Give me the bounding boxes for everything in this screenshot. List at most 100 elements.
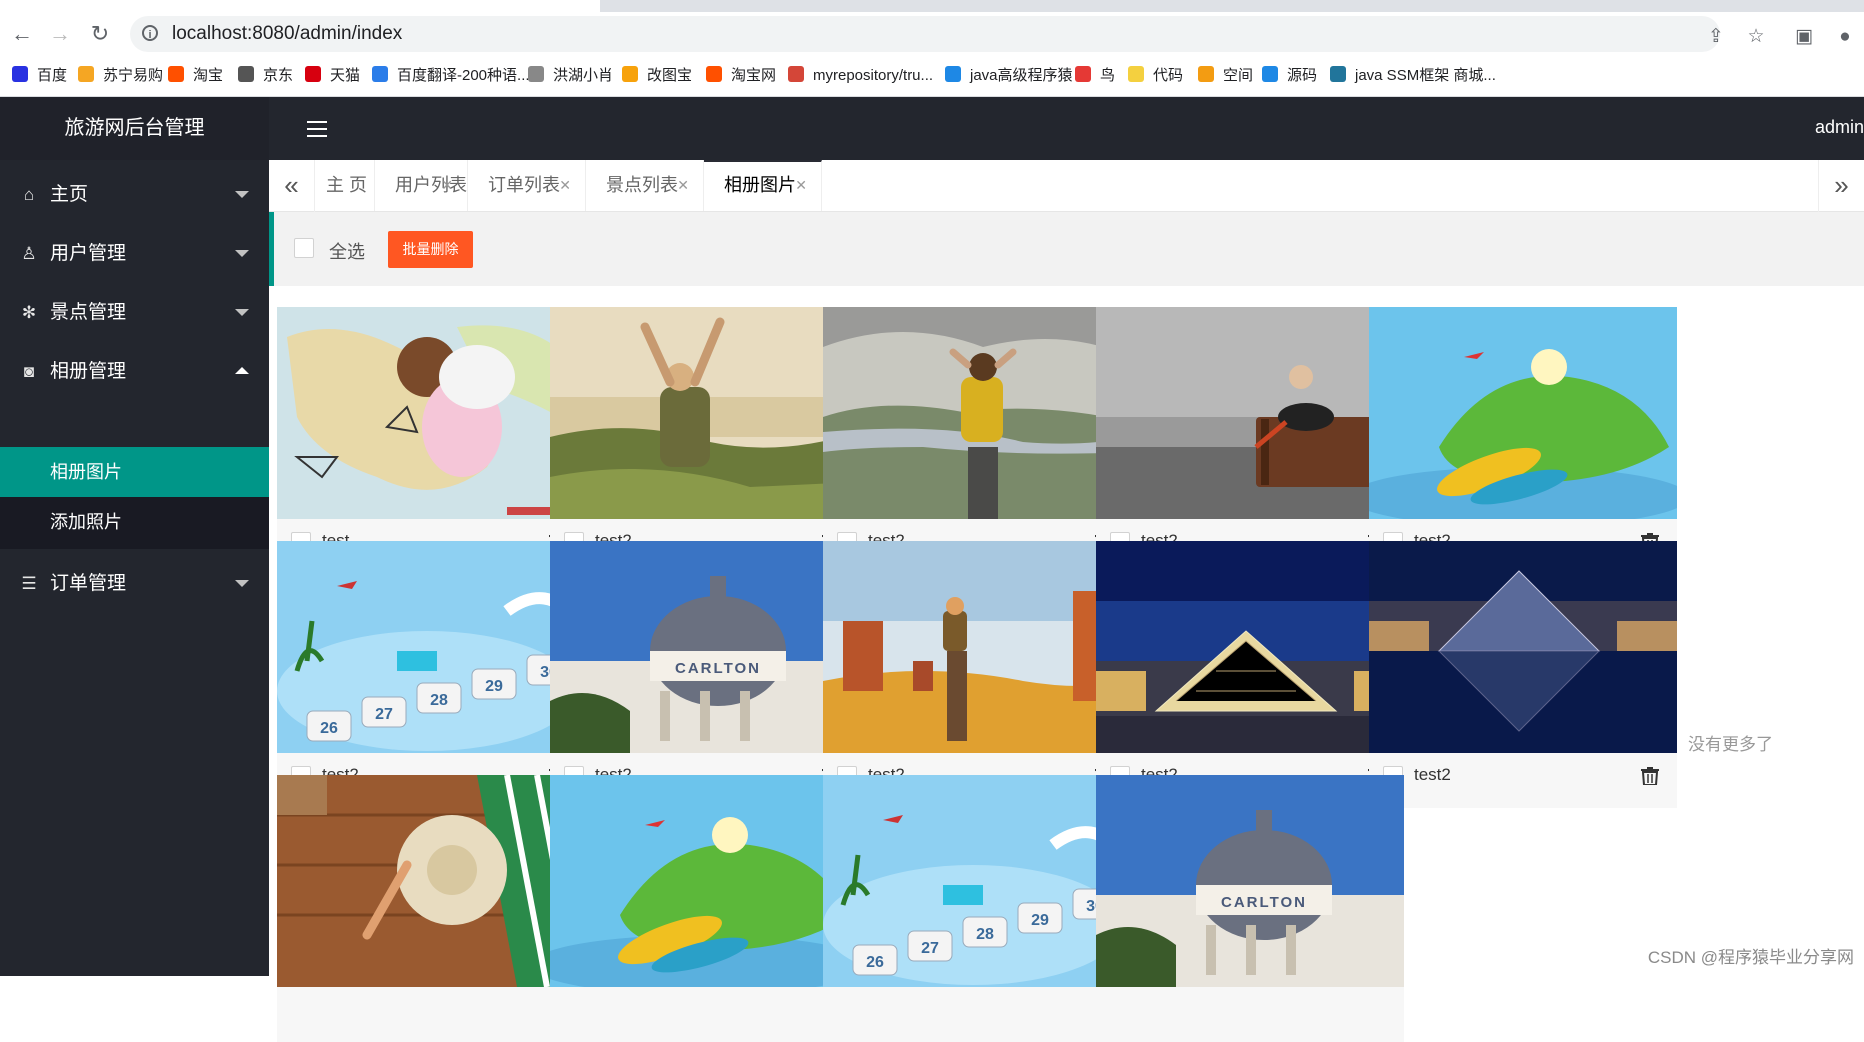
bookmark-favicon-icon (528, 66, 544, 82)
bookmark-item[interactable]: 空间 (1198, 65, 1253, 87)
submenu-item-album-photos[interactable]: 相册图片 (0, 447, 269, 497)
bookmark-item[interactable]: 淘宝 (168, 65, 223, 87)
photo-thumbnail[interactable] (277, 775, 585, 987)
app-title: 旅游网后台管理 (0, 97, 269, 160)
admin-user[interactable]: admin (1815, 117, 1864, 138)
sidebar-item[interactable]: ☰ 订单管理 (0, 549, 269, 619)
photo-thumbnail[interactable] (1096, 307, 1404, 519)
tabs-scroll-right-icon[interactable]: » (1818, 160, 1864, 212)
sidebar-item[interactable]: ◙ 相册管理 (0, 337, 269, 407)
page-tab[interactable]: 订单列表 ✕ (468, 160, 586, 211)
page-tab[interactable]: 景点列表 ✕ (586, 160, 704, 211)
bookmark-favicon-icon (945, 66, 961, 82)
bookmark-favicon-icon (1075, 66, 1091, 82)
delete-trash-icon[interactable] (1640, 767, 1660, 790)
bookmark-item[interactable]: 京东 (238, 65, 293, 87)
bookmark-label: 代码 (1153, 67, 1184, 84)
bookmark-label: java SSM框架 商城... (1355, 67, 1496, 84)
photo-card: test2 (1369, 307, 1677, 574)
bookmark-item[interactable]: java高级程序猿 (945, 65, 1073, 87)
bookmark-label: 苏宁易购 (103, 67, 164, 84)
photo-card: test2 (823, 307, 1131, 574)
photo-card: CARLTONtest2 (550, 541, 858, 808)
star-icon[interactable]: ☆ (1745, 26, 1767, 48)
caret-down-icon (235, 580, 249, 587)
bookmark-item[interactable]: 改图宝 (622, 65, 692, 87)
bookmark-item[interactable]: 鸟 (1075, 65, 1115, 87)
page-tab-label: 用户列表 (395, 175, 467, 195)
main-content: 全选 批量删除 testtest2test2test2test226272829… (269, 212, 1864, 1042)
bookmark-favicon-icon (1198, 66, 1214, 82)
bookmark-item[interactable]: 百度 (12, 65, 67, 87)
address-url[interactable]: localhost:8080/admin/index (172, 23, 402, 45)
submenu-label: 添加照片 (50, 512, 122, 532)
photo-thumbnail[interactable] (550, 307, 858, 519)
bookmark-item[interactable]: 天猫 (305, 65, 360, 87)
bookmark-item[interactable]: 洪湖小肖 (528, 65, 613, 87)
svg-text:CARLTON: CARLTON (675, 660, 761, 677)
browser-active-tab[interactable] (0, 0, 600, 12)
bookmark-label: 洪湖小肖 (553, 67, 614, 84)
svg-text:29: 29 (485, 678, 503, 695)
bookmark-label: 淘宝网 (731, 67, 777, 84)
photo-thumbnail[interactable]: CARLTON (550, 541, 858, 753)
back-arrow-icon[interactable]: ← (8, 20, 36, 48)
photo-thumbnail[interactable]: 26 27 28 29 30 (277, 541, 585, 753)
submenu-item-add-photo[interactable]: 添加照片 (0, 497, 269, 547)
address-bar[interactable]: i localhost:8080/admin/index (130, 16, 1720, 52)
sidebar: 旅游网后台管理 ⌂主页♙用户管理✻景点管理◙相册管理◈酒店管理☰订单管理 相册图… (0, 97, 269, 976)
page-tab[interactable]: 相册图片 ✕ (704, 160, 822, 211)
close-tab-icon[interactable]: ✕ (441, 160, 453, 211)
bookmark-item[interactable]: 源码 (1262, 65, 1317, 87)
bookmark-favicon-icon (788, 66, 804, 82)
svg-text:27: 27 (375, 706, 393, 723)
action-bar: 全选 批量删除 (269, 212, 1864, 286)
bookmark-item[interactable]: java SSM框架 商城... (1330, 65, 1496, 87)
sidebar-item-label: 相册管理 (50, 361, 127, 382)
profile-icon[interactable]: ● (1834, 26, 1856, 48)
tabs-scroll-left-icon[interactable]: « (269, 160, 315, 212)
page-tab[interactable]: 用户列表 ✕ (375, 160, 468, 211)
share-icon[interactable]: ⇪ (1705, 26, 1727, 48)
bookmark-item[interactable]: myrepository/tru... (788, 65, 933, 87)
photo-thumbnail[interactable] (1096, 541, 1404, 753)
select-all-label[interactable]: 全选 (329, 238, 365, 264)
svg-text:27: 27 (921, 940, 939, 957)
side-panel-icon[interactable]: ▣ (1793, 26, 1815, 48)
photo-card: 2627282930test2 (277, 541, 585, 808)
page-tab-label: 相册图片 (724, 175, 796, 195)
bookmark-favicon-icon (12, 66, 28, 82)
bookmark-label: 京东 (263, 67, 294, 84)
forward-arrow-icon[interactable]: → (46, 20, 74, 48)
photo-thumbnail[interactable] (1369, 307, 1677, 519)
browser-toolbar: ← → ↻ i localhost:8080/admin/index ⇪ ☆ ▣… (0, 12, 1864, 56)
photo-thumbnail[interactable] (823, 307, 1131, 519)
bookmark-favicon-icon (78, 66, 94, 82)
photo-thumbnail[interactable] (1369, 541, 1677, 753)
bookmark-item[interactable]: 代码 (1128, 65, 1183, 87)
bookmark-label: 百度 (37, 67, 68, 84)
reload-icon[interactable]: ↻ (86, 20, 114, 48)
photo-thumbnail[interactable] (550, 775, 858, 987)
svg-text:26: 26 (320, 720, 338, 737)
photo-card: CARLTON (1096, 775, 1404, 1042)
select-all-checkbox[interactable] (294, 238, 314, 258)
menu-toggle-icon[interactable] (307, 121, 327, 142)
bookmark-label: myrepository/tru... (813, 67, 934, 84)
bookmark-item[interactable]: 苏宁易购 (78, 65, 163, 87)
watermark: CSDN @程序猿毕业分享网 (1647, 948, 1854, 967)
close-tab-icon[interactable]: ✕ (677, 160, 689, 211)
photo-thumbnail[interactable] (277, 307, 585, 519)
bookmark-label: 鸟 (1100, 67, 1116, 84)
photo-thumbnail[interactable] (823, 541, 1131, 753)
close-tab-icon[interactable]: ✕ (795, 162, 807, 209)
close-tab-icon[interactable]: ✕ (559, 160, 571, 211)
batch-delete-button[interactable]: 批量删除 (388, 231, 473, 268)
photo-caption: test2 (1414, 765, 1451, 784)
bookmark-item[interactable]: 百度翻译-200种语... (372, 65, 530, 87)
photo-thumbnail[interactable]: CARLTON (1096, 775, 1404, 987)
bookmark-item[interactable]: 淘宝网 (706, 65, 776, 87)
photo-thumbnail[interactable]: 26 27 28 29 30 (823, 775, 1131, 987)
site-info-icon[interactable]: i (142, 25, 158, 41)
page-tab[interactable]: 主 页 (314, 160, 375, 211)
